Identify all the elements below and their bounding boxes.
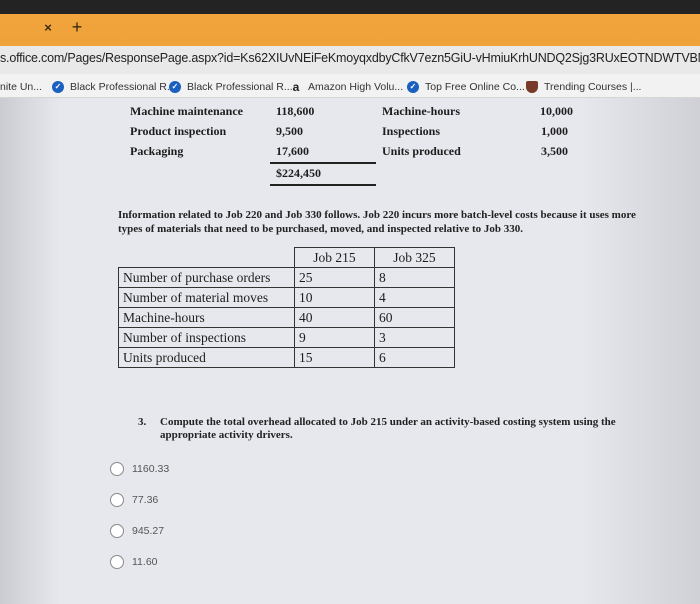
- amazon-icon: a: [292, 80, 300, 94]
- answer-option-label: 1160.33: [132, 463, 170, 475]
- answer-option-label: 77.36: [132, 494, 159, 506]
- activity-name: Machine maintenance: [130, 104, 243, 118]
- cost-total: $224,450: [276, 166, 321, 180]
- table-cell: 40: [294, 307, 375, 328]
- question-number: 3.: [138, 416, 147, 428]
- bookmark-item[interactable]: ✓ Black Professional R...: [169, 79, 293, 95]
- bookmark-item[interactable]: ✓ Top Free Online Co...: [407, 79, 525, 95]
- table-cell: 8: [374, 267, 455, 288]
- radio-button[interactable]: [110, 555, 124, 569]
- bookmark-item[interactable]: Trending Courses |...: [526, 79, 641, 95]
- table-header-blank: [118, 247, 295, 268]
- driver-quantity: 10,000: [540, 104, 573, 118]
- bookmark-item[interactable]: nite Un...: [0, 79, 42, 95]
- table-cell: 10: [294, 287, 375, 308]
- activity-name: Packaging: [130, 144, 184, 158]
- new-tab-icon[interactable]: +: [68, 18, 86, 36]
- bookmark-label: Amazon High Volu...: [308, 81, 404, 93]
- table-cell-label: Number of purchase orders: [118, 267, 295, 288]
- activity-cost: 9,500: [276, 124, 303, 138]
- tab-bar: [0, 14, 700, 46]
- activity-driver: Machine-hours: [382, 104, 460, 118]
- bookmark-label: Top Free Online Co...: [425, 81, 525, 93]
- table-header-row: Job 215 Job 325: [118, 247, 455, 268]
- info-paragraph: Information related to Job 220 and Job 3…: [118, 209, 636, 235]
- close-tab-icon[interactable]: ×: [40, 20, 56, 36]
- table-cell-label: Number of material moves: [118, 287, 295, 308]
- table-cell: 6: [374, 347, 455, 368]
- table-row: Number of material moves 10 4: [118, 287, 455, 308]
- answer-option[interactable]: 11.60: [110, 554, 158, 570]
- activity-cost: 17,600: [276, 144, 309, 158]
- table-cell: 9: [294, 327, 375, 348]
- answer-option[interactable]: 945.27: [110, 523, 164, 539]
- screen-bezel: [0, 0, 700, 14]
- bookmark-label: Trending Courses |...: [544, 81, 642, 93]
- activity-name: Product inspection: [130, 124, 227, 138]
- table-cell: 60: [374, 307, 455, 328]
- circle-icon: ✓: [407, 81, 419, 93]
- table-header: Job 325: [374, 247, 455, 268]
- jobs-table: Job 215 Job 325 Number of purchase order…: [118, 247, 455, 368]
- activity-cost: 118,600: [276, 104, 315, 118]
- activity-driver: Units produced: [382, 144, 461, 158]
- table-cell: 4: [374, 287, 455, 308]
- table-row: Number of purchase orders 25 8: [118, 267, 455, 288]
- bookmark-label: Black Professional R...: [70, 81, 176, 93]
- total-double-underline: [270, 184, 376, 186]
- circle-icon: ✓: [169, 81, 181, 93]
- bookmark-item[interactable]: a Amazon High Volu...: [290, 79, 403, 95]
- answer-option[interactable]: 1160.33: [110, 461, 169, 477]
- circle-icon: ✓: [52, 81, 64, 93]
- table-cell: 25: [294, 267, 375, 288]
- activity-driver: Inspections: [382, 124, 441, 138]
- table-header: Job 215: [294, 247, 375, 268]
- driver-quantity: 3,500: [541, 144, 568, 158]
- table-cell-label: Machine-hours: [118, 307, 295, 328]
- answer-option-label: 945.27: [132, 525, 165, 537]
- radio-button[interactable]: [110, 493, 124, 507]
- bookmark-label: nite Un...: [0, 81, 43, 93]
- table-cell: 3: [374, 327, 455, 348]
- url-text[interactable]: s.office.com/Pages/ResponsePage.aspx?id=…: [0, 51, 700, 69]
- table-cell-label: Units produced: [118, 347, 295, 368]
- answer-option[interactable]: 77.36: [110, 492, 158, 508]
- shield-icon: [526, 81, 538, 93]
- radio-button[interactable]: [110, 524, 124, 538]
- table-cell-label: Number of inspections: [118, 327, 295, 348]
- bookmark-label: Black Professional R...: [187, 81, 293, 93]
- table-row: Number of inspections 9 3: [118, 327, 455, 348]
- radio-button[interactable]: [110, 462, 124, 476]
- bookmark-item[interactable]: ✓ Black Professional R...: [52, 79, 176, 95]
- driver-quantity: 1,000: [541, 124, 568, 138]
- table-row: Machine-hours 40 60: [118, 307, 455, 328]
- total-underline-top: [270, 162, 376, 164]
- table-cell: 15: [294, 347, 375, 368]
- question-text: Compute the total overhead allocated to …: [160, 416, 616, 441]
- answer-option-label: 11.60: [132, 556, 158, 568]
- table-row: Units produced 15 6: [118, 347, 455, 368]
